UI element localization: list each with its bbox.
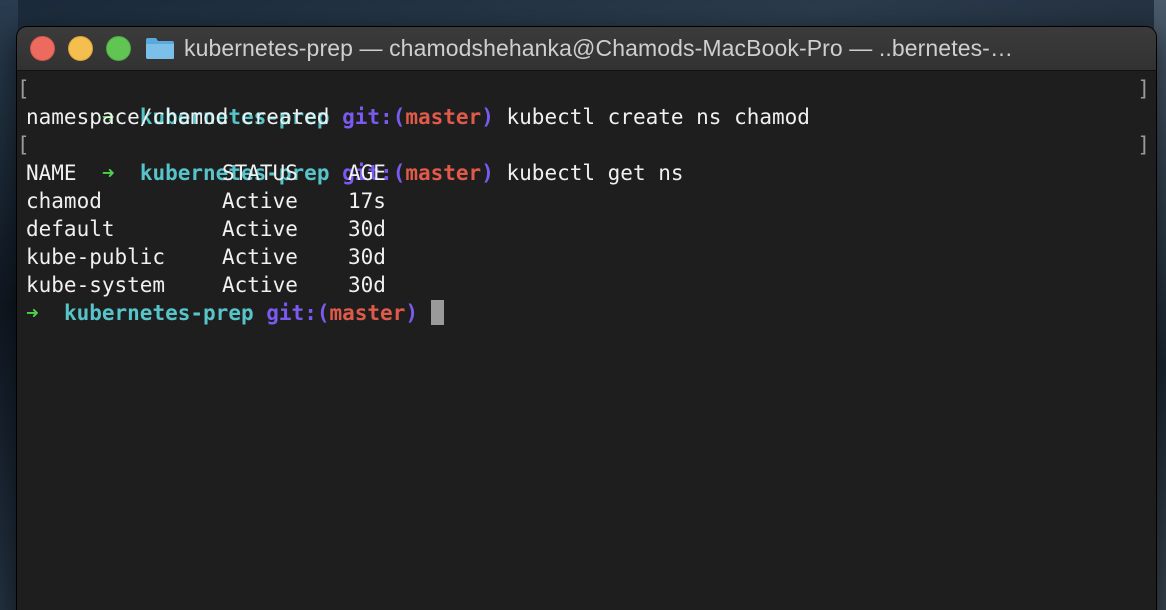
window-controls: [30, 36, 131, 61]
minimize-button[interactable]: [68, 36, 93, 61]
prompt-git-close: ): [405, 301, 418, 325]
table-row: chamod Active 17s: [17, 187, 1156, 215]
mark-bracket-left: [: [17, 133, 30, 157]
mark-bracket-left: [: [17, 77, 30, 101]
prompt-line: [➜ kubernetes-prep git:(master) kubectl …: [17, 75, 1156, 129]
prompt-line: [➜ kubernetes-prep git:(master) kubectl …: [17, 131, 1156, 185]
close-button[interactable]: [30, 36, 55, 61]
terminal-content[interactable]: [➜ kubernetes-prep git:(master) kubectl …: [17, 71, 1156, 327]
row-name: kube-system: [26, 273, 166, 297]
table-header-age: AGE: [348, 161, 386, 185]
table-row: default Active 30d: [17, 215, 1156, 243]
row-status: Active: [222, 217, 298, 241]
active-prompt-line[interactable]: ➜ kubernetes-prep git:(master): [17, 299, 1156, 327]
table-header-row: NAME STATUS AGE: [17, 159, 1156, 187]
title-bar[interactable]: kubernetes-prep — chamodshehanka@Chamods…: [17, 27, 1156, 71]
row-age: 30d: [348, 217, 386, 241]
row-status: Active: [222, 273, 298, 297]
mark-bracket-right: ]: [1137, 133, 1150, 157]
prompt-branch: master: [329, 301, 406, 325]
mark-bracket-right: ]: [1137, 77, 1150, 101]
desktop-wallpaper: [0, 0, 18, 610]
table-row: kube-public Active 30d: [17, 243, 1156, 271]
row-name: chamod: [26, 189, 102, 213]
prompt-directory: kubernetes-prep: [63, 301, 254, 325]
row-age: 30d: [348, 273, 386, 297]
window-title: kubernetes-prep — chamodshehanka@Chamods…: [184, 35, 1014, 61]
prompt-git-label: git:(: [266, 301, 330, 325]
row-name: kube-public: [26, 245, 166, 269]
row-name: default: [26, 217, 115, 241]
folder-icon: [145, 37, 175, 60]
row-age: 17s: [348, 189, 386, 213]
row-age: 30d: [348, 245, 386, 269]
prompt-arrow: ➜: [26, 301, 39, 325]
table-header-status: STATUS: [222, 161, 298, 185]
zoom-button[interactable]: [106, 36, 131, 61]
table-row: kube-system Active 30d: [17, 271, 1156, 299]
output-text: namespace/chamod created: [26, 105, 330, 129]
terminal-window: kubernetes-prep — chamodshehanka@Chamods…: [17, 27, 1156, 610]
text-cursor: [430, 300, 444, 325]
table-header-name: NAME: [26, 161, 77, 185]
row-status: Active: [222, 189, 298, 213]
output-line: namespace/chamod created: [17, 103, 1156, 131]
row-status: Active: [222, 245, 298, 269]
